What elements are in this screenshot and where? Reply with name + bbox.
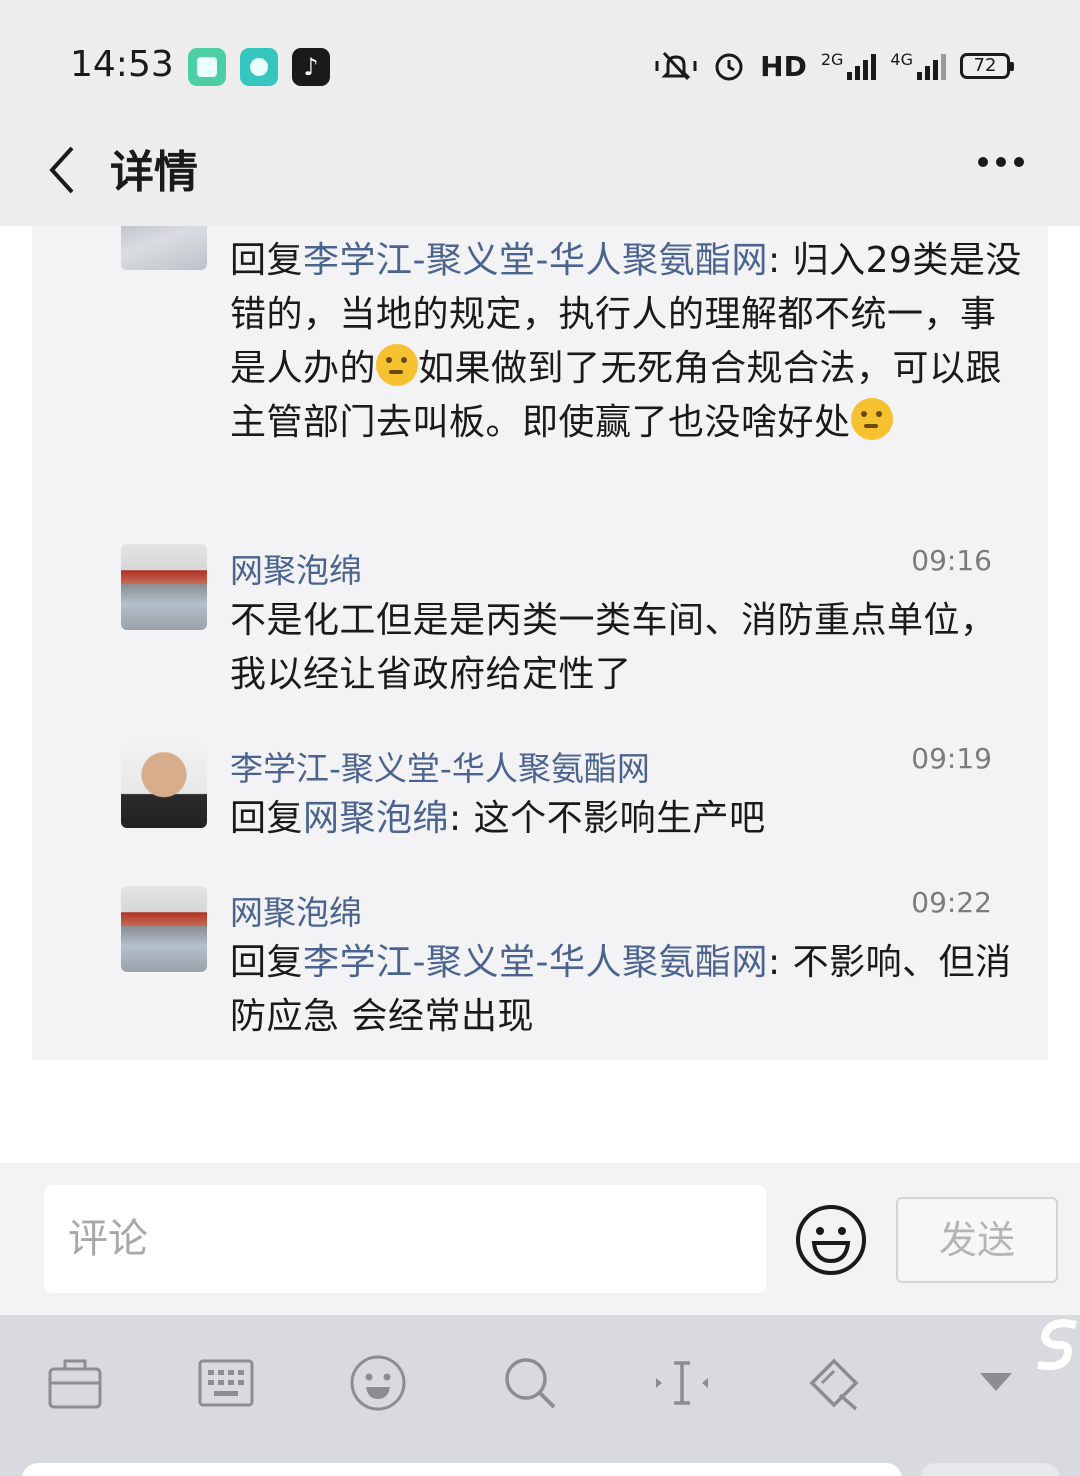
comment-time: 09:19 <box>911 742 992 775</box>
cursor-icon[interactable] <box>652 1353 712 1413</box>
comment-text: 回复李学江-聚义堂-华人聚氨酯网: 不影响、但消防应急 会经常出现 <box>230 936 1026 1044</box>
avatar[interactable] <box>121 886 207 972</box>
vibrate-mute-icon <box>655 51 697 81</box>
sogou-logo-icon <box>1037 1319 1077 1371</box>
emoji-picker-icon[interactable] <box>794 1203 868 1277</box>
page-title: 详情 <box>110 147 198 198</box>
commenter-name[interactable]: 网聚泡绵 <box>230 544 362 592</box>
nav-header: 详情 <box>0 120 1080 226</box>
keyboard-key-row-edge <box>22 1463 902 1476</box>
reply-to-link[interactable]: 李学江-聚义堂-华人聚氨酯网 <box>303 240 768 281</box>
signal-bars-icon <box>847 52 877 80</box>
app-notification-icon <box>188 48 226 86</box>
avatar[interactable] <box>121 544 207 630</box>
hd-label: HD <box>760 49 807 83</box>
more-options-icon[interactable] <box>978 154 1030 170</box>
signal-2g-indicator: 2G <box>821 52 877 80</box>
reply-prefix: 回复 <box>230 798 304 839</box>
comment-input[interactable] <box>44 1185 766 1293</box>
back-arrow-icon[interactable] <box>46 140 86 200</box>
commenter-name[interactable]: 李学江-聚义堂-华人聚氨酯网 <box>230 742 650 790</box>
comment-body: : 这个不影响生产吧 <box>449 798 766 839</box>
comment-time: 09:22 <box>911 886 992 919</box>
reply-to-link[interactable]: 网聚泡绵 <box>303 798 449 839</box>
thinking-face-icon <box>850 398 893 440</box>
search-icon[interactable] <box>500 1353 560 1413</box>
reply-prefix: 回复 <box>230 240 304 281</box>
comments-panel: 回复李学江-聚义堂-华人聚氨酯网: 归入29类是没错的，当地的规定，执行人的理解… <box>32 226 1048 1060</box>
status-time: 14:53 <box>70 44 174 85</box>
avatar[interactable] <box>121 226 207 270</box>
comment-text: 不是化工但是是丙类一类车间、消防重点单位，我以经让省政府给定性了 <box>230 600 997 695</box>
music-app-notification-icon <box>240 48 278 86</box>
comment-text: 回复李学江-聚义堂-华人聚氨酯网: 归入29类是没错的，当地的规定，执行人的理解… <box>230 234 1026 450</box>
network-4g-label: 4G <box>890 50 913 69</box>
keyboard-icon[interactable] <box>196 1353 256 1413</box>
comment-input-bar: 发送 <box>0 1163 1080 1315</box>
comment-text: 回复网聚泡绵: 这个不影响生产吧 <box>230 792 1026 846</box>
toolbox-icon[interactable] <box>45 1353 105 1413</box>
keyboard-key-edge <box>920 1463 1060 1476</box>
emoji-icon[interactable] <box>348 1353 408 1413</box>
battery-indicator: 72 <box>960 53 1014 79</box>
commenter-name[interactable]: 网聚泡绵 <box>230 886 362 934</box>
signal-4g-indicator: 4G <box>890 52 946 80</box>
tiktok-notification-icon: ♪ <box>292 48 330 86</box>
collapse-keyboard-icon[interactable] <box>966 1353 1026 1413</box>
avatar[interactable] <box>121 742 207 828</box>
alarm-icon <box>715 53 743 81</box>
clipboard-edit-icon[interactable] <box>804 1353 864 1413</box>
signal-bars-icon <box>917 52 946 80</box>
keyboard-toolbar <box>0 1315 1080 1476</box>
thinking-face-icon <box>376 344 419 386</box>
reply-to-link[interactable]: 李学江-聚义堂-华人聚氨酯网 <box>303 942 768 983</box>
system-status-icons: HD 2G 4G 72 <box>654 46 1014 86</box>
network-2g-label: 2G <box>820 50 844 69</box>
status-bar: 14:53 ♪ HD 2G 4G 72 <box>0 0 1080 120</box>
reply-prefix: 回复 <box>230 942 304 983</box>
send-button[interactable]: 发送 <box>896 1197 1058 1283</box>
comment-time: 09:16 <box>911 544 992 577</box>
